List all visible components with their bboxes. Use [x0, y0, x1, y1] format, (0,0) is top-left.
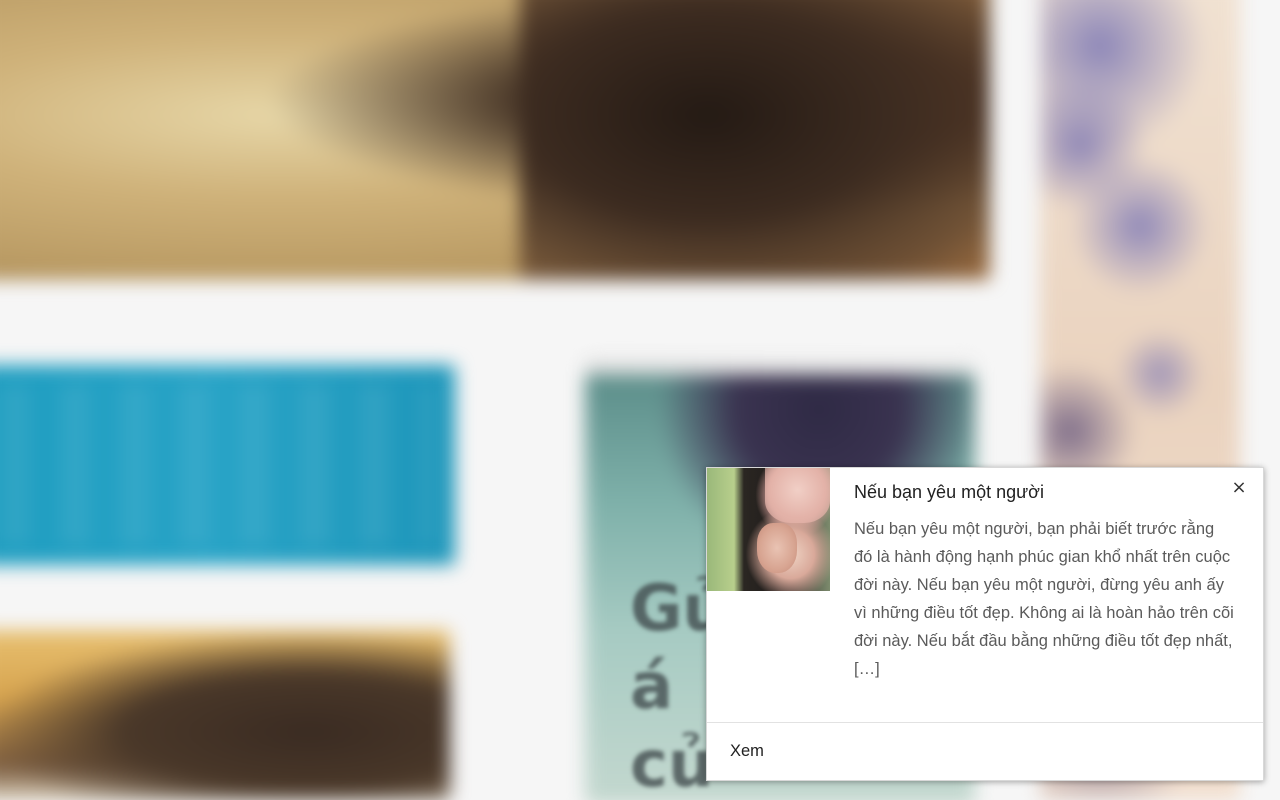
- background-image-top: [0, 0, 990, 280]
- view-button-label: Xem: [730, 742, 764, 760]
- notification-title: Nếu bạn yêu một người: [854, 482, 1044, 502]
- photo-thumbnail-icon: [707, 468, 830, 591]
- thumbnail-hand: [757, 523, 797, 573]
- background-blue-banner: [0, 365, 455, 565]
- background-image-bottom-left: [0, 630, 450, 800]
- thumbnail-face: [765, 468, 830, 523]
- notification-popup[interactable]: Nếu bạn yêu một người × Nếu bạn yêu một …: [706, 467, 1264, 781]
- notification-body: Nếu bạn yêu một người, bạn phải biết trư…: [854, 520, 1234, 678]
- close-icon[interactable]: ×: [1229, 478, 1249, 498]
- view-button[interactable]: Xem: [707, 723, 1263, 781]
- desktop-background: Gử á củ Nếu bạn yêu một người × Nếu bạn …: [0, 0, 1280, 800]
